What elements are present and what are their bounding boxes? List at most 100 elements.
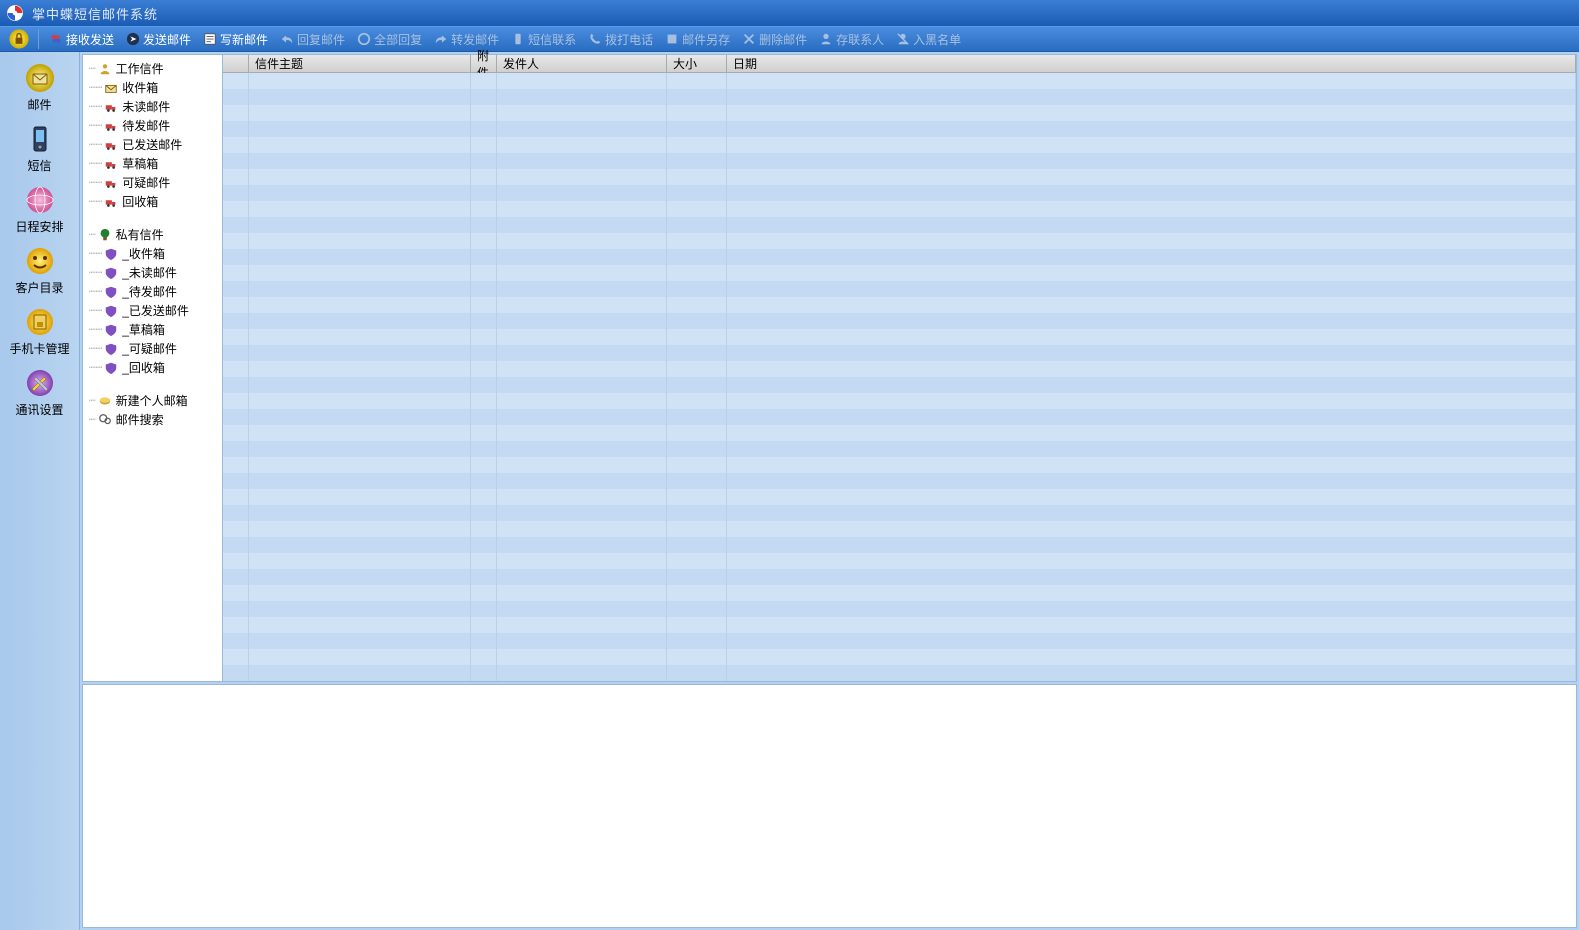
table-row[interactable] (223, 489, 1576, 505)
table-row[interactable] (223, 409, 1576, 425)
tree-label: 邮件搜索 (116, 411, 164, 428)
separator (38, 29, 39, 49)
tree-sent[interactable]: ┈┈ 已发送邮件 (85, 135, 220, 154)
lock-icon[interactable] (8, 28, 30, 50)
tree-label: 草稿箱 (122, 155, 158, 172)
table-row[interactable] (223, 601, 1576, 617)
send-mail-button[interactable]: 发送邮件 (120, 29, 197, 50)
table-row[interactable] (223, 537, 1576, 553)
table-row[interactable] (223, 121, 1576, 137)
table-row[interactable] (223, 473, 1576, 489)
table-row[interactable] (223, 345, 1576, 361)
table-row[interactable] (223, 665, 1576, 681)
tree-p-sent[interactable]: ┈┈ _已发送邮件 (85, 301, 220, 320)
table-row[interactable] (223, 329, 1576, 345)
table-row[interactable] (223, 569, 1576, 585)
nav-schedule[interactable]: 日程安排 (6, 180, 74, 241)
nav-customers-label: 客户目录 (15, 279, 63, 296)
shield-icon (104, 342, 118, 356)
table-row[interactable] (223, 185, 1576, 201)
table-row[interactable] (223, 457, 1576, 473)
tree-private-root[interactable]: ┈ 私有信件 (85, 225, 220, 244)
main-toolbar: 接收发送 发送邮件 写新邮件 回复邮件 全部回复 转发邮件 短信联系 拨打电话 … (0, 26, 1579, 52)
table-row[interactable] (223, 249, 1576, 265)
compose-button[interactable]: 写新邮件 (197, 29, 274, 50)
shield-icon (104, 247, 118, 261)
tree-draft[interactable]: ┈┈ 草稿箱 (85, 154, 220, 173)
tree-p-draft[interactable]: ┈┈ _草稿箱 (85, 320, 220, 339)
save-contact-button[interactable]: 存联系人 (813, 29, 890, 50)
delete-button[interactable]: 删除邮件 (736, 29, 813, 50)
table-row[interactable] (223, 201, 1576, 217)
table-row[interactable] (223, 89, 1576, 105)
tree-p-outbox[interactable]: ┈┈ _待发邮件 (85, 282, 220, 301)
tree-outbox[interactable]: ┈┈ 待发邮件 (85, 116, 220, 135)
table-row[interactable] (223, 633, 1576, 649)
table-row[interactable] (223, 169, 1576, 185)
col-date[interactable]: 日期 (727, 55, 1576, 72)
table-row[interactable] (223, 585, 1576, 601)
table-row[interactable] (223, 265, 1576, 281)
nav-customers[interactable]: 客户目录 (6, 241, 74, 302)
col-icon[interactable] (223, 55, 249, 72)
nav-sms[interactable]: 短信 (6, 119, 74, 180)
tree-work-root[interactable]: ┈ 工作信件 (85, 59, 220, 78)
table-row[interactable] (223, 617, 1576, 633)
call-button[interactable]: 拨打电话 (582, 29, 659, 50)
col-sender[interactable]: 发件人 (497, 55, 667, 72)
col-size[interactable]: 大小 (667, 55, 727, 72)
table-row[interactable] (223, 393, 1576, 409)
table-row[interactable] (223, 313, 1576, 329)
mobile-icon (24, 123, 56, 155)
sms-contact-button[interactable]: 短信联系 (505, 29, 582, 50)
save-as-button[interactable]: 邮件另存 (659, 29, 736, 50)
table-row[interactable] (223, 105, 1576, 121)
list-body[interactable] (223, 73, 1576, 681)
sync-icon (49, 32, 63, 46)
save-contact-label: 存联系人 (836, 31, 884, 48)
table-row[interactable] (223, 377, 1576, 393)
nav-sim[interactable]: 手机卡管理 (6, 302, 74, 363)
tree-trash[interactable]: ┈┈ 回收箱 (85, 192, 220, 211)
table-row[interactable] (223, 649, 1576, 665)
nav-schedule-label: 日程安排 (15, 218, 63, 235)
nav-comm[interactable]: 通讯设置 (6, 363, 74, 424)
tree-new-personal[interactable]: ┈ 新建个人邮箱 (85, 391, 220, 410)
forward-button[interactable]: 转发邮件 (428, 29, 505, 50)
tree-p-suspect[interactable]: ┈┈ _可疑邮件 (85, 339, 220, 358)
tree-search[interactable]: ┈ 邮件搜索 (85, 410, 220, 429)
app-icon (6, 4, 24, 22)
mail-icon (24, 62, 56, 94)
reply-all-button[interactable]: 全部回复 (351, 29, 428, 50)
table-row[interactable] (223, 425, 1576, 441)
receive-send-button[interactable]: 接收发送 (43, 29, 120, 50)
tree-label: 私有信件 (116, 226, 164, 243)
inbox-icon (104, 81, 118, 95)
col-attach[interactable]: 附件 (471, 55, 497, 72)
tree-inbox[interactable]: ┈┈ 收件箱 (85, 78, 220, 97)
call-label: 拨打电话 (605, 31, 653, 48)
tree-suspect[interactable]: ┈┈ 可疑邮件 (85, 173, 220, 192)
tree-unread[interactable]: ┈┈ 未读邮件 (85, 97, 220, 116)
reply-button[interactable]: 回复邮件 (274, 29, 351, 50)
sim-icon (24, 306, 56, 338)
table-row[interactable] (223, 217, 1576, 233)
table-row[interactable] (223, 73, 1576, 89)
nav-mail[interactable]: 邮件 (6, 58, 74, 119)
table-row[interactable] (223, 553, 1576, 569)
col-subject[interactable]: 信件主题 (249, 55, 471, 72)
table-row[interactable] (223, 233, 1576, 249)
table-row[interactable] (223, 297, 1576, 313)
table-row[interactable] (223, 505, 1576, 521)
table-row[interactable] (223, 137, 1576, 153)
blacklist-button[interactable]: 入黑名单 (890, 29, 967, 50)
table-row[interactable] (223, 521, 1576, 537)
tree-p-unread[interactable]: ┈┈ _未读邮件 (85, 263, 220, 282)
table-row[interactable] (223, 361, 1576, 377)
table-row[interactable] (223, 441, 1576, 457)
table-row[interactable] (223, 153, 1576, 169)
tree-p-trash[interactable]: ┈┈ _回收箱 (85, 358, 220, 377)
send-mail-label: 发送邮件 (143, 31, 191, 48)
tree-p-inbox[interactable]: ┈┈ _收件箱 (85, 244, 220, 263)
table-row[interactable] (223, 281, 1576, 297)
